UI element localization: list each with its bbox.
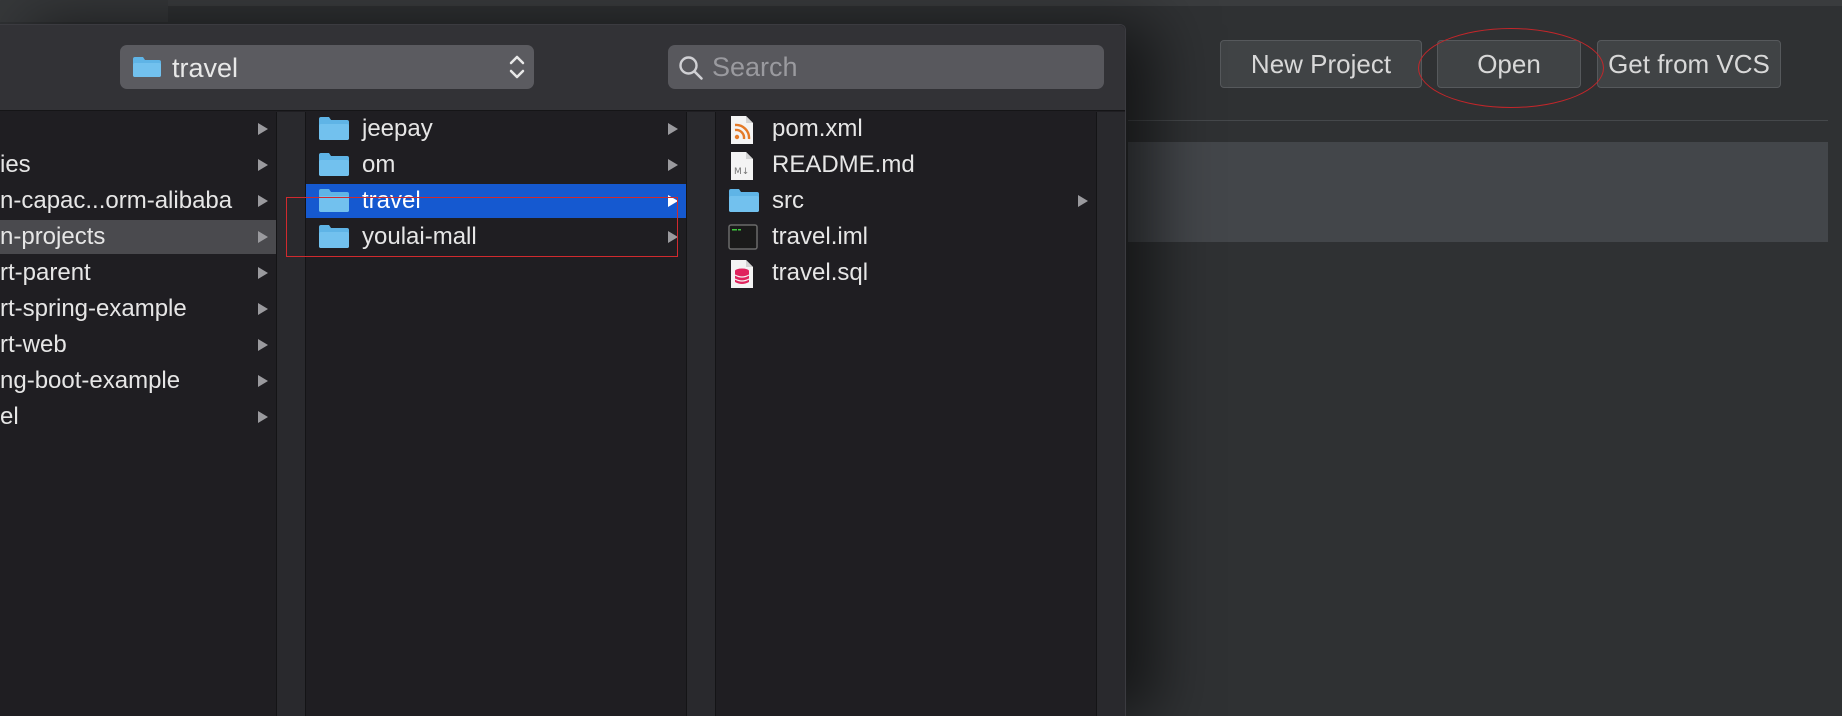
- disclosure-arrow-icon: [258, 339, 268, 351]
- list-item[interactable]: jeepay: [306, 112, 686, 146]
- open-button-annotation-circle: [1418, 28, 1604, 108]
- list-item[interactable]: ies: [0, 148, 276, 182]
- list-item-label: travel: [362, 187, 421, 214]
- ide-divider: [1128, 120, 1828, 121]
- disclosure-arrow-icon: [258, 231, 268, 243]
- folder-icon: [133, 57, 161, 77]
- folder-icon: [319, 117, 349, 140]
- list-item-label: el: [0, 403, 19, 430]
- list-item[interactable]: rt-web: [0, 328, 276, 362]
- list-item-selected[interactable]: travel: [306, 184, 686, 218]
- list-item-label: pom.xml: [772, 115, 863, 142]
- search-icon: [679, 56, 703, 80]
- list-item[interactable]: youlai-mall: [306, 220, 686, 254]
- column-resize-gutter[interactable]: [1096, 112, 1125, 716]
- list-item[interactable]: travel.iml: [716, 220, 1096, 254]
- path-popup-button[interactable]: travel: [120, 45, 534, 89]
- disclosure-arrow-icon: [258, 411, 268, 423]
- list-item[interactable]: om: [306, 148, 686, 182]
- list-item-label: rt-web: [0, 331, 67, 358]
- disclosure-arrow-icon: [668, 195, 678, 207]
- folder-icon: [319, 153, 349, 176]
- xml-rss-icon: [731, 116, 753, 144]
- database-file-icon: [731, 260, 753, 288]
- folder-icon: [729, 189, 759, 212]
- list-item-selected-inactive[interactable]: n-projects: [0, 220, 276, 254]
- disclosure-arrow-icon: [258, 267, 268, 279]
- search-input[interactable]: [712, 49, 1092, 85]
- list-item-label: README.md: [772, 151, 915, 178]
- list-item-label: om: [362, 151, 396, 178]
- disclosure-arrow-icon: [258, 375, 268, 387]
- terminal-file-icon: [728, 224, 758, 250]
- browser-column-parent: ies n-capac...orm-alibaba n-projects rt-…: [0, 112, 276, 716]
- disclosure-arrow-icon: [668, 231, 678, 243]
- dialog-toolbar: travel: [0, 25, 1125, 111]
- list-item-label: travel.sql: [772, 259, 869, 286]
- list-item[interactable]: ng-boot-example: [0, 364, 276, 398]
- list-item[interactable]: n-capac...orm-alibaba: [0, 184, 276, 218]
- svg-text:M↓: M↓: [734, 167, 749, 177]
- ide-title-strip-left: [0, 0, 168, 22]
- list-item-label: ng-boot-example: [0, 367, 181, 394]
- list-item-label: ies: [0, 151, 31, 178]
- browser-column-projects: jeepay om travel youlai-mall: [306, 112, 686, 716]
- markdown-file-icon: M↓: [731, 152, 753, 180]
- folder-icon: [319, 225, 349, 248]
- disclosure-arrow-icon: [1078, 195, 1088, 207]
- list-item[interactable]: M↓ README.md: [716, 148, 1096, 182]
- list-item[interactable]: pom.xml: [716, 112, 1096, 146]
- list-item-label: jeepay: [362, 115, 433, 142]
- get-from-vcs-button[interactable]: Get from VCS: [1597, 40, 1781, 88]
- list-item[interactable]: src: [716, 184, 1096, 218]
- list-item[interactable]: [0, 112, 276, 146]
- search-box[interactable]: [668, 45, 1104, 89]
- ide-recent-projects-panel: [1128, 142, 1828, 242]
- new-project-button[interactable]: New Project: [1220, 40, 1422, 88]
- column-resize-gutter[interactable]: [686, 112, 716, 716]
- list-item[interactable]: rt-parent: [0, 256, 276, 290]
- list-item[interactable]: rt-spring-example: [0, 292, 276, 326]
- path-popup-label: travel: [172, 53, 239, 83]
- folder-icon: [319, 189, 349, 212]
- list-item-label: n-projects: [0, 223, 106, 250]
- list-item-label: rt-parent: [0, 259, 91, 286]
- disclosure-arrow-icon: [668, 123, 678, 135]
- column-resize-gutter[interactable]: [276, 112, 306, 716]
- disclosure-arrow-icon: [258, 195, 268, 207]
- disclosure-arrow-icon: [258, 123, 268, 135]
- ide-title-strip: [168, 0, 1842, 6]
- disclosure-arrow-icon: [258, 159, 268, 171]
- list-item-label: rt-spring-example: [0, 295, 187, 322]
- file-chooser-dialog: travel ies n-capac...orm-alibaba: [0, 24, 1126, 716]
- disclosure-arrow-icon: [668, 159, 678, 171]
- browser-column-travel: pom.xml M↓ README.md src travel.iml trav…: [716, 112, 1096, 716]
- list-item-label: src: [772, 187, 804, 214]
- list-item-label: youlai-mall: [362, 223, 477, 250]
- list-item-label: n-capac...orm-alibaba: [0, 187, 233, 214]
- list-item[interactable]: travel.sql: [716, 256, 1096, 290]
- disclosure-arrow-icon: [258, 303, 268, 315]
- up-down-chevron-icon: [509, 55, 525, 79]
- list-item[interactable]: el: [0, 400, 276, 434]
- list-item-label: travel.iml: [772, 223, 869, 250]
